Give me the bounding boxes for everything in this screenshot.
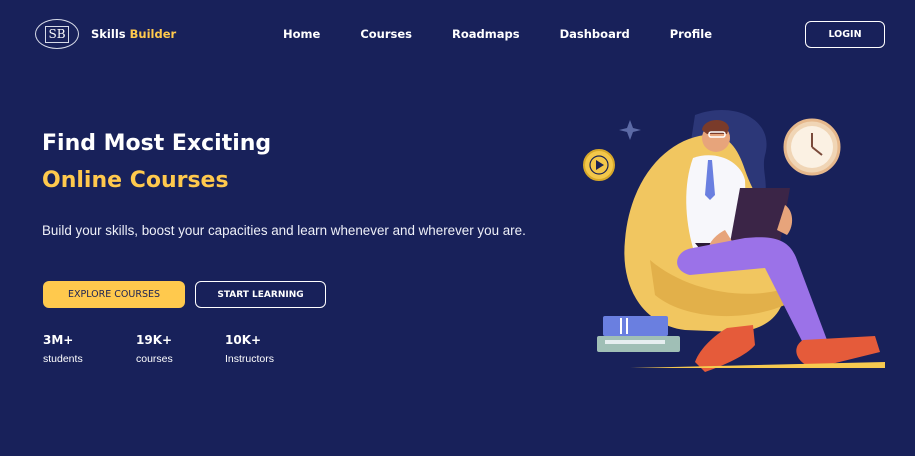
stat-label: Instructors [225,353,275,365]
laptop [730,188,790,243]
brand-name: Skills Builder [91,27,176,41]
stat-value: 19K+ [136,333,173,347]
left-shoe [695,325,755,372]
logo-badge: SB [35,19,79,49]
hero-title: Find Most Exciting [42,131,272,156]
stat-value: 10K+ [225,333,262,347]
logo-badge-text: SB [45,25,69,43]
nav-link-dashboard[interactable]: Dashboard [560,27,630,41]
stat-label: students [43,353,83,365]
hero-subtitle: Online Courses [42,168,229,193]
floor [630,362,885,368]
hero-illustration [583,109,885,372]
navbar: SB Skills Builder Home Courses Roadmaps … [0,0,915,68]
hero-description: Build your skills, boost your capacities… [42,223,526,238]
nav-links: Home Courses Roadmaps Dashboard Profile [283,27,712,41]
stat-value: 3M+ [43,333,74,347]
play-badge-icon [583,149,615,181]
nav-link-courses[interactable]: Courses [360,27,412,41]
login-button[interactable]: LOGIN [805,21,885,48]
sparkle-icon [619,120,641,140]
logo[interactable]: SB Skills Builder [35,19,176,49]
stat-instructors: 10K+ Instructors [225,333,274,365]
stat-courses: 19K+ courses [136,333,173,365]
stat-students: 3M+ students [43,333,83,365]
start-learning-button[interactable]: START LEARNING [195,281,326,308]
brand-name-second: Builder [129,27,177,41]
stat-label: courses [136,353,173,365]
book-stack-icon [597,316,680,352]
nav-link-roadmaps[interactable]: Roadmaps [452,27,520,41]
explore-courses-button[interactable]: EXPLORE COURSES [43,281,185,308]
clock-icon [783,118,841,176]
brand-name-first: Skills [91,27,126,41]
nav-link-profile[interactable]: Profile [670,27,712,41]
nav-link-home[interactable]: Home [283,27,320,41]
